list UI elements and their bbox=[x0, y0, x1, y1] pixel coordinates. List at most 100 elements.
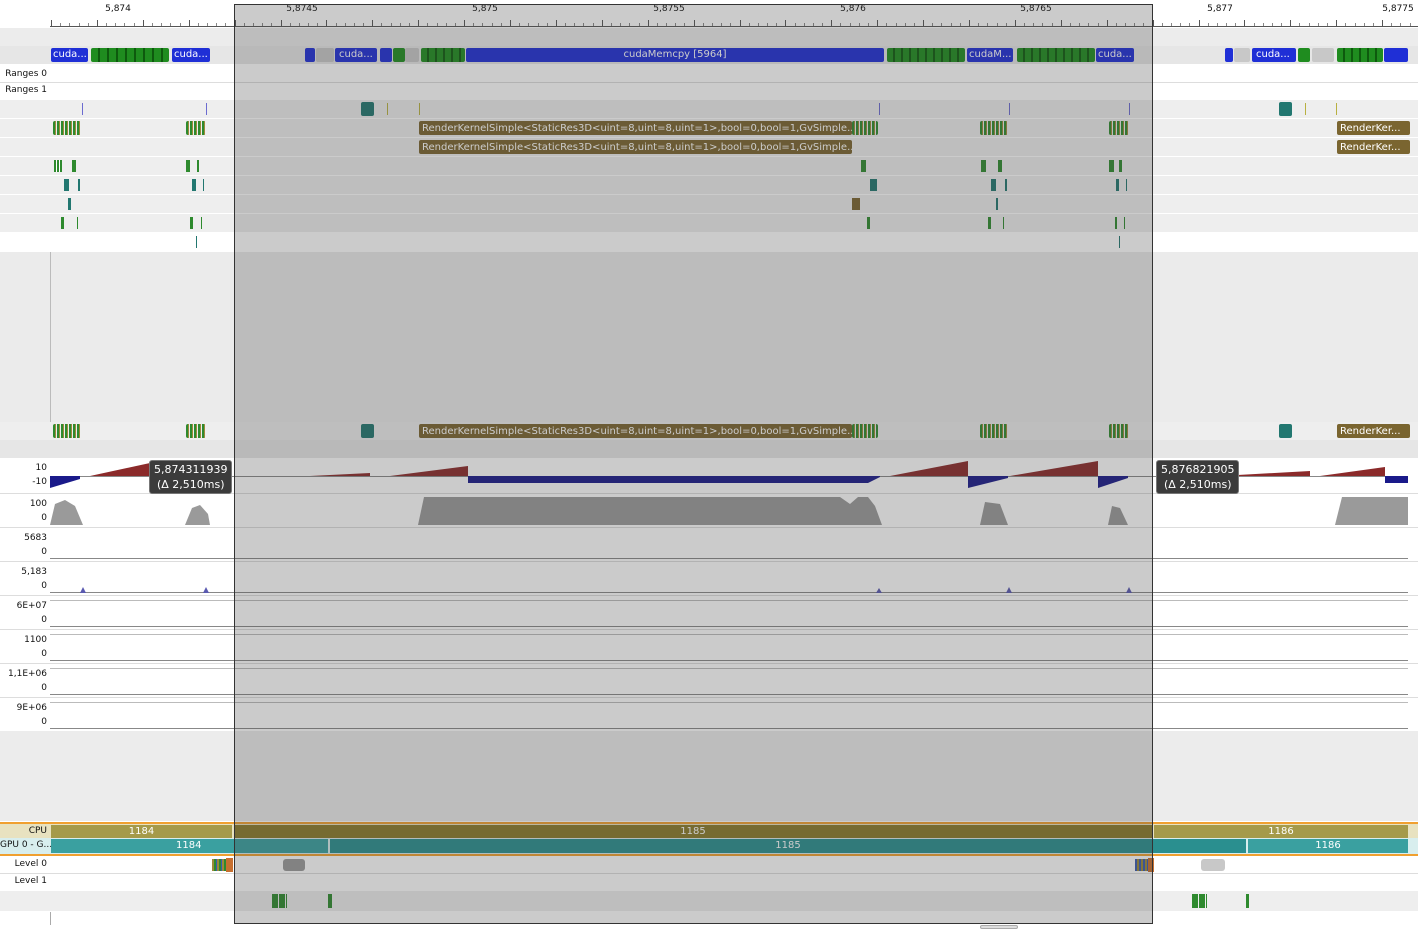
ruler-tick bbox=[133, 23, 135, 26]
ruler-tick bbox=[1244, 20, 1246, 26]
selection-end-marker[interactable]: 5,876821905 (Δ 2,510ms) bbox=[1156, 460, 1240, 494]
level-event[interactable] bbox=[1246, 894, 1249, 908]
kernel-mark[interactable] bbox=[196, 236, 197, 248]
metric-max: 5683 bbox=[24, 533, 47, 543]
ruler-tick bbox=[1290, 20, 1292, 26]
ruler-tick bbox=[1226, 23, 1228, 26]
memcpy-marker[interactable] bbox=[1279, 102, 1292, 116]
ruler-tick bbox=[1382, 20, 1384, 26]
kernel-cluster[interactable] bbox=[53, 424, 81, 438]
ruler-tick bbox=[124, 23, 126, 26]
ruler-tick-label: 5,877 bbox=[1207, 4, 1233, 14]
ruler-tick bbox=[161, 23, 163, 26]
level-event[interactable] bbox=[1192, 894, 1207, 908]
level-event[interactable] bbox=[226, 858, 233, 872]
ruler-tick bbox=[225, 23, 227, 26]
cuda-api-call[interactable]: cuda... bbox=[51, 48, 88, 62]
cuda-api-call[interactable]: cuda... bbox=[172, 48, 210, 62]
ranges-0-label: Ranges 0 bbox=[5, 69, 47, 79]
ruler-tick bbox=[69, 23, 71, 26]
ruler-tick bbox=[1354, 23, 1356, 26]
horizontal-scrollbar-thumb[interactable] bbox=[980, 925, 1018, 929]
ruler-tick bbox=[60, 23, 62, 26]
kernel-mark[interactable] bbox=[203, 179, 204, 191]
ruler-tick bbox=[1262, 23, 1264, 26]
ruler-tick bbox=[197, 23, 199, 26]
cpu-frame[interactable]: 1186 bbox=[1154, 825, 1408, 839]
kernel-mark[interactable] bbox=[190, 217, 193, 229]
event-tick bbox=[1305, 103, 1306, 115]
ranges-1-label: Ranges 1 bbox=[5, 85, 47, 95]
cuda-api-call[interactable]: cuda... bbox=[1252, 48, 1296, 62]
kernel-mark[interactable] bbox=[72, 160, 76, 172]
level-event[interactable] bbox=[212, 859, 226, 871]
ruler-tick bbox=[1198, 20, 1200, 26]
cuda-api-idle bbox=[1312, 48, 1334, 62]
kernel-cluster[interactable] bbox=[186, 424, 206, 438]
cpu-frame-label: CPU bbox=[28, 826, 47, 836]
kernel-mark[interactable] bbox=[68, 198, 71, 210]
kernel-mark[interactable] bbox=[61, 217, 64, 229]
ruler-tick bbox=[1170, 23, 1172, 26]
selection-end-delta: (Δ 2,510ms) bbox=[1163, 478, 1232, 491]
metric-min: 0 bbox=[41, 649, 47, 659]
metric-min: 0 bbox=[41, 615, 47, 625]
event-tick bbox=[82, 103, 83, 115]
ruler-tick bbox=[106, 23, 108, 26]
kernel-mark[interactable] bbox=[192, 179, 196, 191]
ruler-tick bbox=[188, 20, 190, 26]
kernel-mark[interactable] bbox=[78, 179, 80, 191]
kernel-mark[interactable] bbox=[54, 160, 62, 172]
kernel-mark[interactable] bbox=[77, 217, 78, 229]
cuda-api-call[interactable] bbox=[1384, 48, 1408, 62]
gpu-frame[interactable]: 1186 bbox=[1248, 839, 1408, 853]
ruler-tick bbox=[1235, 23, 1237, 26]
render-kernel[interactable]: RenderKer... bbox=[1337, 121, 1410, 135]
kernel-cluster[interactable] bbox=[53, 121, 81, 135]
ruler-tick bbox=[87, 23, 89, 26]
cuda-api-call[interactable] bbox=[1298, 48, 1310, 62]
kernel-mark[interactable] bbox=[64, 179, 69, 191]
ruler-tick bbox=[1317, 23, 1319, 26]
ruler-tick bbox=[1253, 23, 1255, 26]
ruler-tick bbox=[1161, 23, 1163, 26]
metric-max: 9E+06 bbox=[16, 703, 47, 713]
cpu-frame[interactable]: 1184 bbox=[51, 825, 232, 839]
level-1-label: Level 1 bbox=[14, 876, 47, 886]
kernel-mark[interactable] bbox=[201, 217, 202, 229]
ruler-tick bbox=[1299, 23, 1301, 26]
ruler-tick bbox=[1336, 20, 1338, 26]
metric-min: 0 bbox=[41, 717, 47, 727]
ruler-tick bbox=[1189, 23, 1191, 26]
kernel-mark[interactable] bbox=[197, 160, 199, 172]
ruler-tick bbox=[170, 23, 172, 26]
cuda-api-idle bbox=[1234, 48, 1250, 62]
ruler-tick-label: 5,8775 bbox=[1382, 4, 1414, 14]
gpu-frame-label: GPU 0 - G... bbox=[0, 840, 53, 850]
ruler-tick bbox=[1372, 23, 1374, 26]
selection-start-delta: (Δ 2,510ms) bbox=[156, 478, 225, 491]
level-event[interactable] bbox=[1201, 859, 1225, 871]
metric-min: 0 bbox=[41, 547, 47, 557]
metric-max: 5,183 bbox=[21, 567, 47, 577]
cuda-api-cluster[interactable] bbox=[1337, 48, 1383, 62]
metric-max: 10 bbox=[35, 463, 47, 473]
memcpy-marker[interactable] bbox=[1279, 424, 1292, 438]
gutter-line bbox=[50, 252, 51, 422]
cuda-api-call[interactable] bbox=[1225, 48, 1233, 62]
metric-min: 0 bbox=[41, 683, 47, 693]
time-range-selection[interactable] bbox=[234, 4, 1153, 924]
ruler-tick bbox=[96, 20, 98, 26]
ruler-tick bbox=[1216, 23, 1218, 26]
selection-start-marker[interactable]: 5,874311939 (Δ 2,510ms) bbox=[149, 460, 233, 494]
render-kernel[interactable]: RenderKer... bbox=[1337, 424, 1410, 438]
kernel-mark[interactable] bbox=[186, 160, 190, 172]
ruler-tick bbox=[1327, 23, 1329, 26]
ruler-tick bbox=[1207, 23, 1209, 26]
cuda-api-cluster[interactable] bbox=[91, 48, 169, 62]
render-kernel[interactable]: RenderKer... bbox=[1337, 140, 1410, 154]
kernel-cluster[interactable] bbox=[186, 121, 206, 135]
metric-max: 6E+07 bbox=[16, 601, 47, 611]
metric-min: 0 bbox=[41, 513, 47, 523]
ruler-tick bbox=[115, 23, 117, 26]
